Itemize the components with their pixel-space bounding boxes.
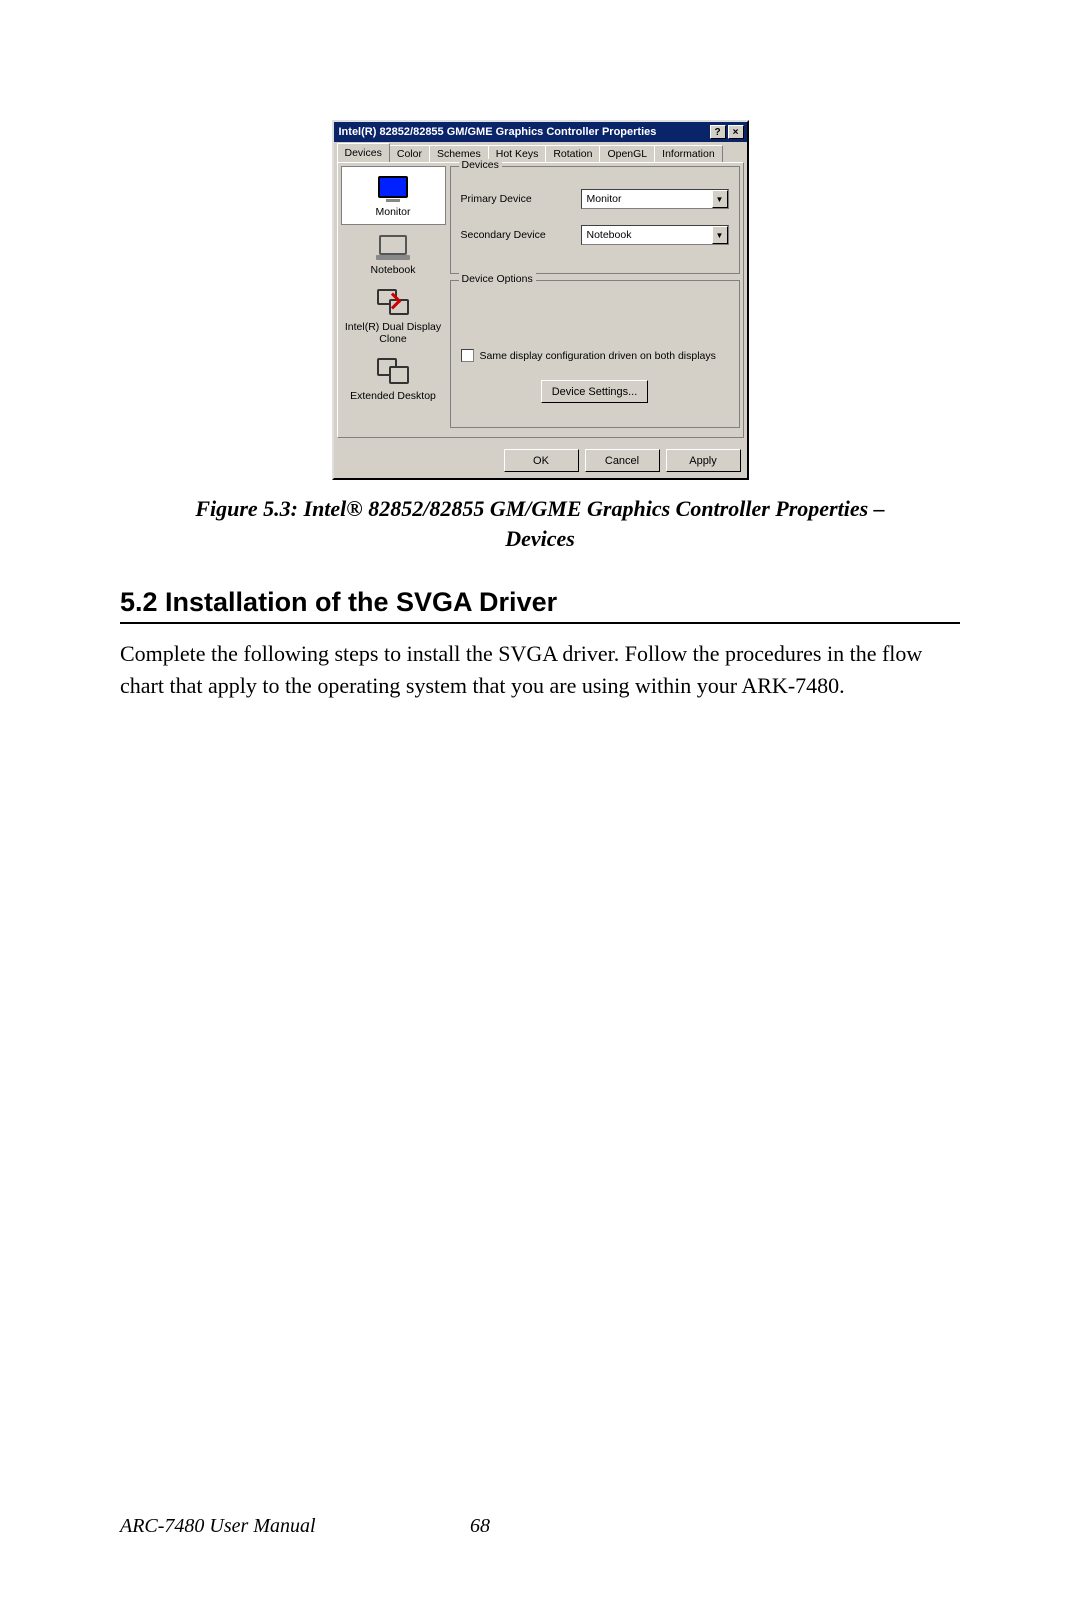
tab-information[interactable]: Information [654,145,723,162]
same-config-label: Same display configuration driven on bot… [480,350,716,362]
sidebar-label-extended: Extended Desktop [350,390,436,402]
sidebar-label-monitor: Monitor [375,206,410,218]
tab-rotation[interactable]: Rotation [545,145,600,162]
extended-icon [376,357,410,385]
page-footer: ARC-7480 User Manual 68 [120,1515,960,1538]
ok-button[interactable]: OK [504,449,579,472]
properties-dialog: Intel(R) 82852/82855 GM/GME Graphics Con… [332,120,749,480]
tab-panel: Monitor Notebook Intel(R) Dual Display C… [337,162,744,438]
help-button[interactable]: ? [710,125,726,139]
sidebar-label-notebook: Notebook [371,264,416,276]
primary-value: Monitor [587,193,622,205]
secondary-select[interactable]: Notebook ▼ [581,225,729,245]
sidebar-label-clone: Intel(R) Dual Display Clone [343,321,444,345]
primary-label: Primary Device [461,193,581,205]
sidebar-item-clone[interactable]: Intel(R) Dual Display Clone [341,282,446,351]
cancel-button[interactable]: Cancel [585,449,660,472]
secondary-value: Notebook [587,229,632,241]
sidebar-item-monitor[interactable]: Monitor [341,166,446,225]
sidebar-item-extended[interactable]: Extended Desktop [341,351,446,408]
devices-legend: Devices [459,159,502,171]
options-groupbox: Device Options Same display configuratio… [450,280,740,428]
page-number: 68 [470,1515,490,1538]
close-button[interactable]: × [728,125,744,139]
tab-color[interactable]: Color [389,145,430,162]
tab-strip: Devices Color Schemes Hot Keys Rotation … [334,142,747,162]
chevron-down-icon: ▼ [712,190,728,208]
chevron-down-icon: ▼ [712,226,728,244]
monitor-icon [376,173,410,201]
titlebar: Intel(R) 82852/82855 GM/GME Graphics Con… [334,122,747,142]
same-config-checkbox[interactable] [461,349,474,362]
secondary-label: Secondary Device [461,229,581,241]
sidebar-item-notebook[interactable]: Notebook [341,225,446,282]
section-heading: 5.2 Installation of the SVGA Driver [120,587,960,624]
apply-button[interactable]: Apply [666,449,741,472]
manual-name: ARC-7480 User Manual [120,1515,470,1538]
tab-opengl[interactable]: OpenGL [599,145,655,162]
notebook-icon [376,231,410,259]
dialog-footer: OK Cancel Apply [334,441,747,478]
devices-groupbox: Devices Primary Device Monitor ▼ Seconda… [450,166,740,274]
main-area: Devices Primary Device Monitor ▼ Seconda… [450,166,740,434]
clone-icon [376,288,410,316]
primary-select[interactable]: Monitor ▼ [581,189,729,209]
device-sidebar: Monitor Notebook Intel(R) Dual Display C… [341,166,446,434]
device-settings-button[interactable]: Device Settings... [541,380,649,403]
body-paragraph: Complete the following steps to install … [120,638,960,700]
dialog-title: Intel(R) 82852/82855 GM/GME Graphics Con… [339,126,708,138]
options-legend: Device Options [459,273,536,285]
figure-caption: Figure 5.3: Intel® 82852/82855 GM/GME Gr… [160,494,920,553]
tab-devices[interactable]: Devices [337,143,390,162]
